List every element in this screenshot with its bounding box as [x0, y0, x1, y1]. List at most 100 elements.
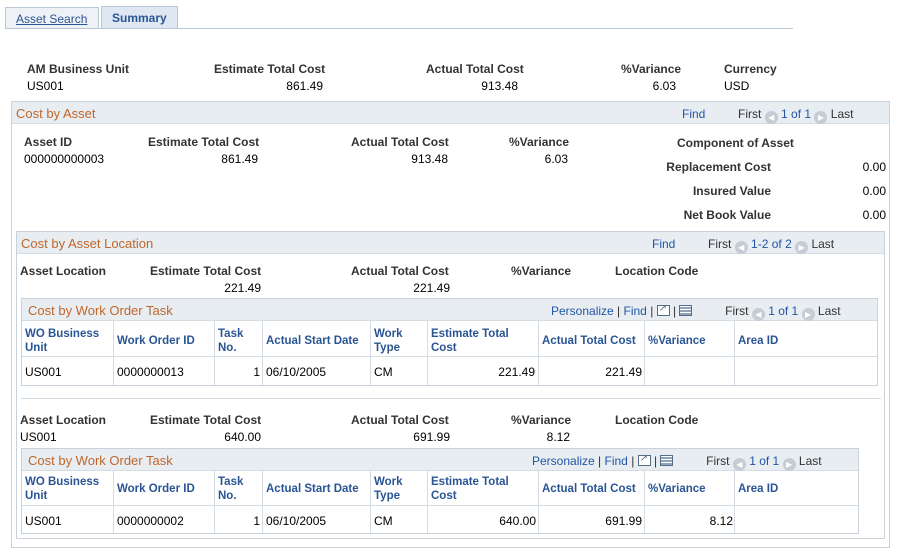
col-work-type[interactable]: Work Type [374, 327, 403, 355]
download-grid-icon-2[interactable] [660, 455, 674, 466]
cell-actual: 221.49 [605, 365, 642, 379]
col-area-id[interactable]: Area ID [738, 334, 778, 348]
cell-actual-2: 691.99 [605, 514, 642, 528]
estimate-label: Estimate Total Cost [214, 62, 326, 76]
work-order-grid-nav: Personalize | Find | | First ◀ 1 of 1 ▶ … [551, 303, 841, 321]
personalize-link-2[interactable]: Personalize [532, 454, 595, 468]
col-divider [644, 321, 645, 385]
location-estimate-label-2: Estimate Total Cost [150, 413, 262, 427]
new-window-icon[interactable] [656, 303, 670, 316]
col-estimate[interactable]: Estimate Total Cost [431, 327, 509, 355]
insured-value-label: Insured Value [692, 184, 771, 198]
location-row-range: 1-2 of 2 [751, 237, 792, 251]
col-estimate-2-line2: Cost [431, 490, 457, 502]
asset-actual-value: 913.48 [411, 152, 448, 166]
col-estimate-line2: Cost [431, 342, 457, 354]
asset-estimate-label: Estimate Total Cost [148, 135, 260, 149]
new-window-icon-2[interactable] [637, 453, 651, 466]
col-work-type-line2: Type [374, 342, 400, 354]
work-order-grid-header-2: Cost by Work Order Task Personalize | Fi… [22, 449, 858, 471]
col-divider [538, 471, 539, 533]
col-divider [262, 321, 263, 385]
first-label: First [738, 107, 762, 121]
col-actual[interactable]: Actual Total Cost [542, 334, 636, 348]
col-divider [734, 471, 735, 533]
col-wo-id-2[interactable]: Work Order ID [117, 482, 195, 496]
next-arrow-icon[interactable]: ▶ [814, 111, 828, 124]
col-area-id-2[interactable]: Area ID [738, 482, 778, 496]
location-code-label: Location Code [615, 264, 699, 278]
col-wo-bu-line2: Unit [25, 342, 48, 354]
replacement-cost-label: Replacement Cost [666, 160, 771, 174]
col-divider [113, 321, 114, 385]
col-wo-bu-2[interactable]: WO Business Unit [25, 475, 99, 503]
cell-wo-bu-2: US001 [25, 514, 62, 528]
grid-next-arrow-icon[interactable]: ▶ [801, 308, 815, 321]
net-book-value-label: Net Book Value [683, 208, 771, 222]
tab-divider [5, 28, 793, 29]
grid-find-link[interactable]: Find [624, 304, 647, 318]
cell-work-type: CM [374, 365, 393, 379]
location-first-label: First [708, 237, 732, 251]
location-estimate-value: 221.49 [224, 281, 261, 295]
col-task[interactable]: Task No. [218, 327, 243, 355]
col-divider [262, 471, 263, 533]
col-divider [427, 471, 428, 533]
asset-variance-value: 6.03 [544, 152, 568, 166]
grid-next-arrow-icon-2[interactable]: ▶ [782, 458, 796, 471]
col-divider [214, 321, 215, 385]
col-task-line2: No. [218, 342, 237, 354]
download-grid-icon[interactable] [679, 305, 693, 316]
location-find-link[interactable]: Find [652, 237, 675, 251]
cost-by-asset-nav: Find First ◀ 1 of 1 ▶ Last [682, 107, 853, 124]
col-actual-2[interactable]: Actual Total Cost [542, 482, 636, 496]
cell-estimate: 221.49 [498, 365, 535, 379]
row-range: 1 of 1 [781, 107, 812, 121]
col-divider [370, 471, 371, 533]
col-wo-bu[interactable]: WO Business Unit [25, 327, 99, 355]
col-estimate-2[interactable]: Estimate Total Cost [431, 475, 509, 503]
col-start-date[interactable]: Actual Start Date [266, 334, 359, 348]
col-variance[interactable]: %Variance [648, 334, 706, 348]
col-task-2[interactable]: Task No. [218, 475, 243, 503]
previous-arrow-icon[interactable]: ◀ [764, 111, 778, 124]
grid-row-divider [22, 356, 877, 357]
col-divider [214, 471, 215, 533]
tab-summary[interactable]: Summary [101, 6, 178, 29]
col-work-type-2-line1: Work [374, 476, 403, 488]
grid-find-link-2[interactable]: Find [605, 454, 628, 468]
cost-by-asset-header: Cost by Asset Find First ◀ 1 of 1 ▶ Last [12, 102, 889, 124]
find-link[interactable]: Find [682, 107, 705, 121]
col-wo-bu-2-line2: Unit [25, 490, 48, 502]
col-variance-2[interactable]: %Variance [648, 482, 706, 496]
bu-value: US001 [27, 79, 64, 93]
location-code-label-2: Location Code [615, 413, 699, 427]
col-wo-bu-2-line1: WO Business [25, 476, 100, 488]
nav-separator-6: | [654, 454, 658, 468]
col-divider [538, 321, 539, 385]
grid-previous-arrow-icon-2[interactable]: ◀ [732, 458, 746, 471]
col-start-date-2[interactable]: Actual Start Date [266, 482, 359, 496]
nav-separator-3: | [673, 304, 677, 318]
currency-value: USD [724, 79, 750, 93]
location-estimate-value-2: 640.00 [224, 430, 261, 444]
col-wo-id[interactable]: Work Order ID [117, 334, 195, 348]
location-previous-arrow-icon[interactable]: ◀ [734, 241, 748, 254]
tab-asset-search[interactable]: Asset Search [5, 7, 99, 29]
nav-separator-4: | [598, 454, 602, 468]
actual-value: 913.48 [481, 79, 518, 93]
location-label-2: Asset Location [20, 413, 107, 427]
cell-task: 1 [253, 365, 260, 379]
cell-work-type-2: CM [374, 514, 393, 528]
grid-previous-arrow-icon[interactable]: ◀ [751, 308, 765, 321]
grid-row-divider-2 [22, 505, 858, 506]
col-work-type-2[interactable]: Work Type [374, 475, 403, 503]
location-actual-label-2: Actual Total Cost [351, 413, 449, 427]
location-next-arrow-icon[interactable]: ▶ [795, 241, 809, 254]
cell-wo-bu: US001 [25, 365, 62, 379]
personalize-link[interactable]: Personalize [551, 304, 614, 318]
work-order-grid-2: Cost by Work Order Task Personalize | Fi… [21, 448, 859, 534]
col-wo-bu-line1: WO Business [25, 328, 100, 340]
cell-task-2: 1 [253, 514, 260, 528]
col-divider [113, 471, 114, 533]
